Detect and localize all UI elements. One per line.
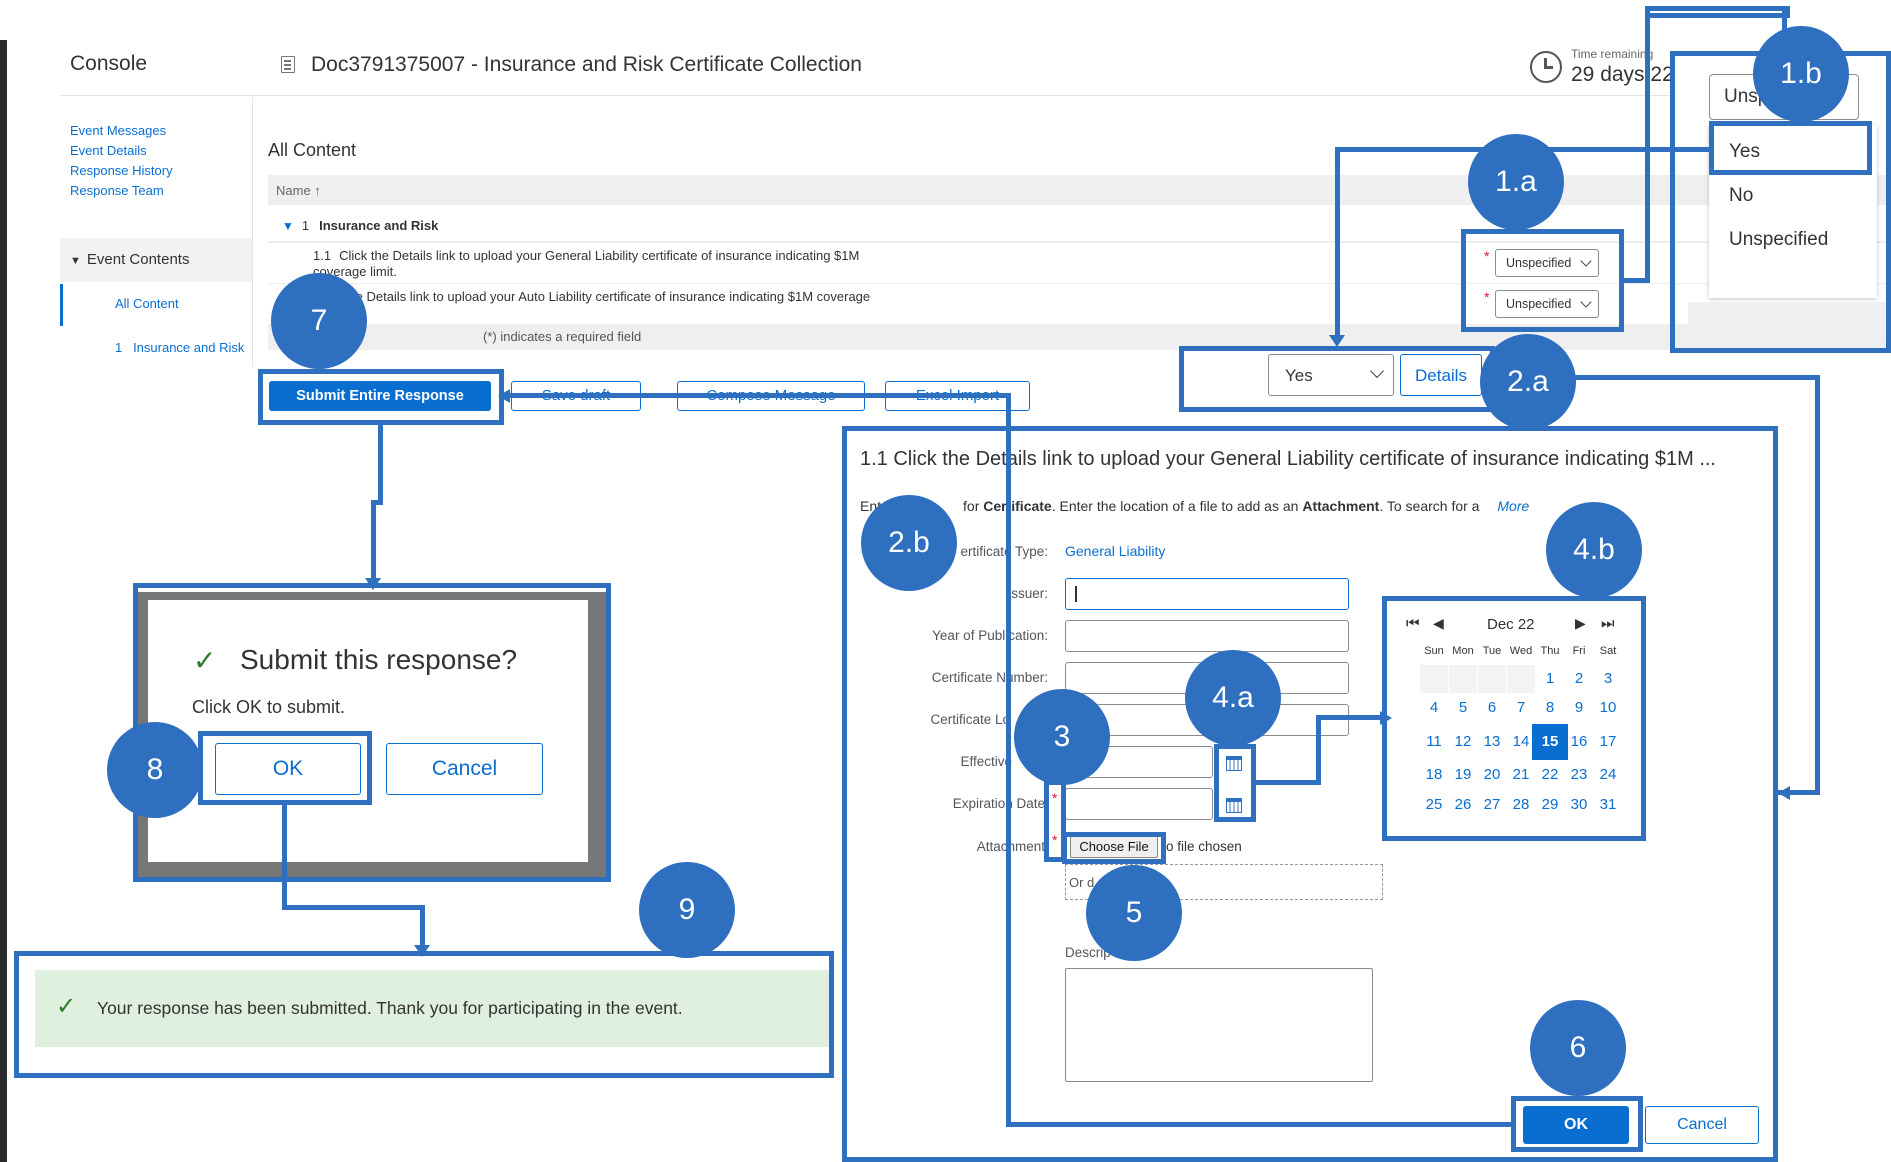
step-badge-9: 9 bbox=[639, 862, 735, 958]
question-text: Click the Details link to upload your Au… bbox=[313, 289, 871, 320]
arrowhead bbox=[365, 578, 381, 590]
question-text: Click the Details link to upload your Ge… bbox=[313, 248, 860, 279]
document-icon bbox=[281, 56, 295, 73]
event-contents-toggle[interactable]: ▼ Event Contents bbox=[60, 238, 252, 282]
sidebar-item-insurance-and-risk[interactable]: 1 Insurance and Risk bbox=[115, 340, 244, 355]
window-edge bbox=[0, 40, 7, 1162]
connector bbox=[1006, 1122, 1516, 1127]
header-divider bbox=[60, 95, 1670, 96]
connector bbox=[420, 905, 425, 947]
step-badge-4a: 4.a bbox=[1185, 650, 1281, 746]
question-number: 1.1 bbox=[313, 248, 332, 263]
arrowhead bbox=[1778, 786, 1790, 800]
step-badge-7: 7 bbox=[271, 273, 367, 369]
highlight-box-6 bbox=[1511, 1096, 1643, 1152]
highlight-box-9 bbox=[14, 951, 834, 1078]
sidebar-item-all-content[interactable]: All Content bbox=[60, 284, 252, 326]
row-divider bbox=[268, 283, 1886, 284]
arrowhead bbox=[1380, 711, 1392, 725]
connector bbox=[1624, 278, 1650, 283]
step-badge-5: 5 bbox=[1086, 865, 1182, 961]
sidebar-item-response-history[interactable]: Response History bbox=[70, 161, 173, 181]
step-badge-4b: 4.b bbox=[1546, 502, 1642, 598]
sidebar-links: Event Messages Event Details Response Hi… bbox=[70, 121, 173, 201]
required-note: (*) indicates a required field bbox=[268, 324, 1886, 350]
event-contents-label: Event Contents bbox=[86, 251, 190, 268]
highlight-box-4b bbox=[1382, 596, 1646, 841]
step-badge-1b: 1.b bbox=[1753, 26, 1849, 122]
time-remaining-label: Time remaining bbox=[1571, 47, 1654, 61]
question-1-2: Click the Details link to upload your Au… bbox=[313, 289, 883, 321]
section-number: 1 bbox=[301, 218, 310, 233]
step-badge-3: 3 bbox=[1014, 689, 1110, 785]
sidebar-item-event-details[interactable]: Event Details bbox=[70, 141, 173, 161]
arrowhead bbox=[414, 945, 430, 957]
connector bbox=[1335, 147, 1340, 337]
expand-triangle-icon[interactable]: ▼ bbox=[282, 219, 294, 233]
page-title: Doc3791375007 - Insurance and Risk Certi… bbox=[311, 53, 862, 76]
step-badge-2b: 2.b bbox=[861, 495, 957, 591]
highlight-box-5 bbox=[1062, 832, 1166, 864]
section-row[interactable]: ▼ 1 Insurance and Risk bbox=[268, 210, 1886, 242]
step-badge-1a: 1.a bbox=[1468, 134, 1564, 230]
row-divider bbox=[268, 242, 1886, 243]
clock-icon bbox=[1530, 51, 1562, 83]
highlight-box-dialog bbox=[133, 583, 611, 882]
connector bbox=[1316, 715, 1381, 720]
arrowhead bbox=[1329, 335, 1345, 347]
connector bbox=[1575, 375, 1820, 380]
connector bbox=[1006, 393, 1011, 1125]
section-label: Insurance and Risk bbox=[319, 218, 439, 233]
name-column-header[interactable]: Name ↑ bbox=[268, 175, 1886, 205]
connector bbox=[508, 393, 1011, 398]
connector bbox=[1256, 780, 1321, 785]
console-link[interactable]: Console bbox=[70, 52, 147, 76]
step-badge-2a: 2.a bbox=[1480, 334, 1576, 430]
connector bbox=[282, 905, 425, 910]
connector bbox=[371, 500, 376, 580]
content-title: All Content bbox=[268, 140, 357, 160]
question-1-1: 1.1 Click the Details link to upload your… bbox=[313, 248, 883, 280]
sidebar-item-response-team[interactable]: Response Team bbox=[70, 181, 173, 201]
highlight-box-4a bbox=[1214, 744, 1256, 822]
highlight-box-top-right bbox=[1645, 6, 1790, 18]
all-content-label: All Content bbox=[115, 296, 179, 311]
sidebar-item-event-messages[interactable]: Event Messages bbox=[70, 121, 173, 141]
arrowhead bbox=[498, 389, 510, 403]
step-badge-8: 8 bbox=[107, 722, 203, 818]
highlight-box-1a bbox=[1461, 229, 1624, 332]
highlight-box-1b-yes bbox=[1709, 121, 1872, 175]
connector bbox=[1316, 715, 1321, 785]
highlight-box-7 bbox=[258, 369, 504, 425]
collapse-triangle-icon: ▼ bbox=[70, 255, 81, 267]
connector bbox=[378, 425, 383, 505]
connector bbox=[1645, 6, 1650, 283]
highlight-box-2a bbox=[1179, 346, 1495, 412]
step-badge-6: 6 bbox=[1530, 1000, 1626, 1096]
connector bbox=[1815, 375, 1820, 795]
sidebar-divider bbox=[252, 97, 253, 367]
time-remaining-value: 29 days 22 bbox=[1571, 63, 1674, 86]
connector bbox=[282, 805, 287, 910]
